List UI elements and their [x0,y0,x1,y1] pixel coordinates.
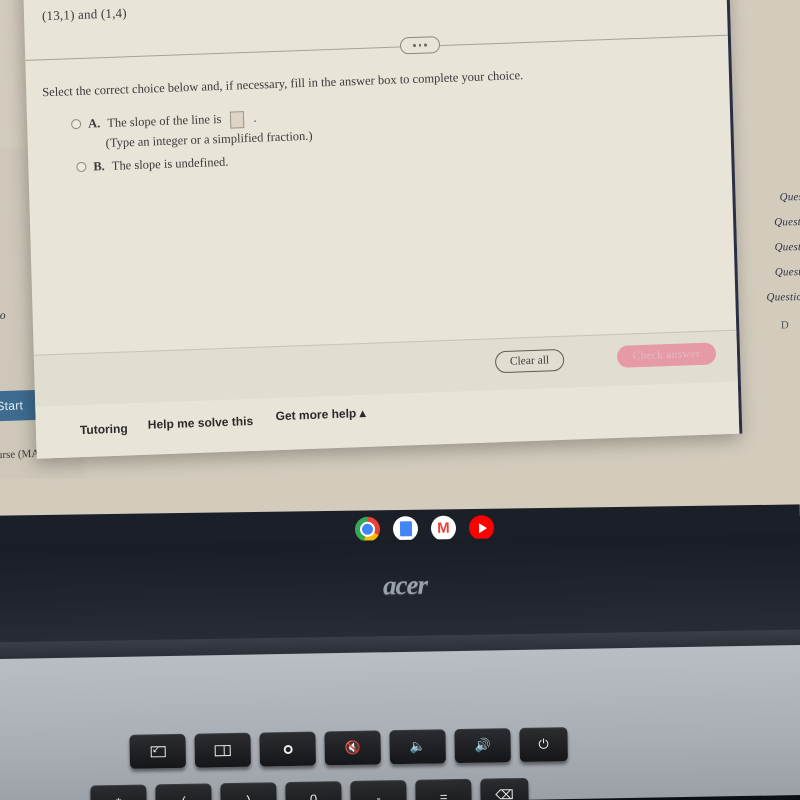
browser-page: stio estio uestio uestio Questio Start i… [0,0,800,516]
choice-a-hint: (Type an integer or a simplified fractio… [105,128,313,151]
laptop-screen: stio estio uestio uestio Questio Start i… [0,0,800,516]
tutoring-link[interactable]: Tutoring [80,421,128,437]
choice-text-b: The slope is undefined. [111,154,229,173]
right-item-question-2[interactable]: Question [774,216,800,229]
section-divider [25,34,731,61]
key-minus[interactable]: - [350,779,407,800]
laptop-photo: stio estio uestio uestio Questio Start i… [0,0,800,800]
key-paren-open[interactable]: ( [155,783,212,800]
question-dialog: (13,1) and (1,4) Select the correct choi… [22,0,743,459]
right-item-question-4[interactable]: Question [775,266,800,279]
key-brightness[interactable] [259,731,316,767]
key-zero[interactable]: 0 [285,781,342,800]
get-more-help-link[interactable]: Get more help ▴ [275,406,365,423]
keyboard: 🔇 🔈 🔊 ⏻ * ( ) 0 - = ⌫ [0,709,800,800]
key-paren-close[interactable]: ) [220,782,277,800]
right-sidebar-marker: D [780,319,789,332]
key-asterisk[interactable]: * [90,784,147,800]
youtube-icon[interactable] [468,515,495,541]
google-docs-icon[interactable] [392,516,419,542]
radio-button-a[interactable] [70,118,82,130]
right-item-question-3[interactable]: Question [774,241,800,254]
chrome-icon[interactable] [354,516,381,542]
choice-suffix-a: . [253,110,257,125]
key-window-overview[interactable] [194,732,251,768]
choice-text-a: The slope of the line is [107,111,222,131]
key-backspace[interactable]: ⌫ [480,777,529,800]
right-item-question-5[interactable]: Question 2 [766,291,800,304]
collapse-ellipsis-button[interactable] [399,36,441,55]
choice-option-b[interactable]: B. The slope is undefined. [76,154,229,175]
choice-letter-a: A. [87,116,101,131]
check-answer-button[interactable]: Check answer [616,342,717,368]
gmail-icon[interactable]: M [430,515,457,541]
right-item-question-1[interactable]: Questio [780,191,800,203]
key-fullscreen[interactable] [129,733,186,769]
right-sidebar: D Questio Question Question Question Que… [739,139,800,360]
key-volume-down[interactable]: 🔈 [389,729,446,765]
key-power[interactable]: ⏻ [519,727,568,762]
clear-all-button[interactable]: Clear all [494,348,565,374]
question-prompt: Select the correct choice below and, if … [42,68,524,100]
key-equals[interactable]: = [415,778,472,800]
radio-button-b[interactable] [76,161,87,173]
help-me-solve-this-link[interactable]: Help me solve this [148,414,254,432]
acer-brand-logo: acer [382,569,428,601]
choice-letter-b: B. [93,159,106,174]
key-volume-up[interactable]: 🔊 [454,728,511,764]
sidebar-item-question-5[interactable]: Questio [0,310,6,322]
answer-input-box[interactable] [230,111,245,129]
key-mute[interactable]: 🔇 [324,730,381,766]
coordinates-text: (13,1) and (1,4) [41,5,127,24]
